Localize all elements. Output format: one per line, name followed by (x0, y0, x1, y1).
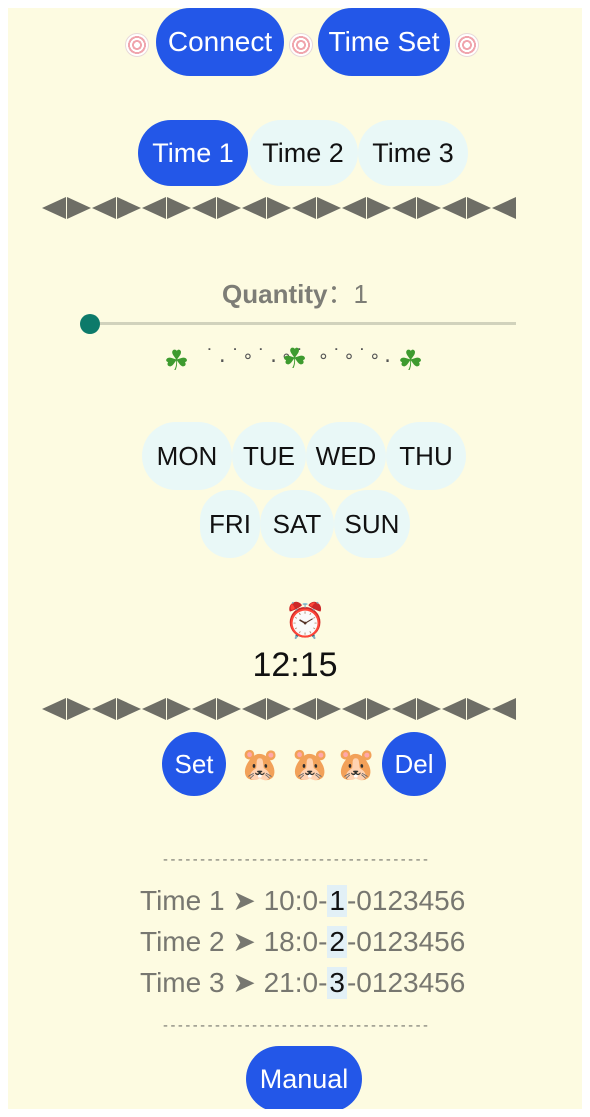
triangle-right-icon (367, 197, 391, 219)
quantity-label: Quantity (222, 279, 328, 309)
triangle-right-icon (367, 698, 391, 720)
quantity-slider-thumb[interactable] (80, 314, 100, 334)
clover-icon: ☘ (398, 344, 424, 377)
tab-time-2[interactable]: Time 2 (248, 120, 358, 186)
schedule-item-2: Time 2 ➤ 18:0- 2 -0123456 (140, 925, 465, 958)
tab-time-3[interactable]: Time 3 (358, 120, 468, 186)
quantity-slider-track[interactable] (90, 322, 516, 325)
triangle-right-icon (317, 698, 341, 720)
day-sat[interactable]: SAT (260, 490, 334, 558)
divider-top: ------------------------------------ (161, 852, 429, 868)
triangle-left-icon (292, 698, 316, 720)
triangle-left-icon (192, 197, 216, 219)
day-thu[interactable]: THU (386, 422, 466, 490)
arrow-icon: ➤ (232, 926, 256, 957)
triangle-right-icon (267, 197, 291, 219)
schedule-days: -0123456 (346, 884, 466, 916)
del-button[interactable]: Del (382, 732, 446, 796)
triangle-left-icon (242, 197, 266, 219)
schedule-item-1: Time 1 ➤ 10:0- 1 -0123456 (140, 884, 465, 917)
set-button[interactable]: Set (162, 732, 226, 796)
manual-button[interactable]: Manual (246, 1046, 362, 1109)
arrow-icon: ➤ (232, 885, 256, 916)
triangle-right-icon (67, 197, 91, 219)
triangle-left-icon (142, 698, 166, 720)
schedule-days: -0123456 (346, 925, 466, 957)
schedule-qty: 1 (327, 884, 347, 917)
divider-bottom: ------------------------------------ (161, 1018, 429, 1034)
triangle-right-icon (467, 197, 491, 219)
day-tue[interactable]: TUE (232, 422, 306, 490)
time-set-button[interactable]: Time Set (318, 8, 450, 76)
clover-icon: ☘ (164, 344, 190, 377)
triangle-right-icon (117, 197, 141, 219)
dots-decoration-right: ∘˙∘˙∘. (318, 346, 396, 367)
hamster-icon: 🐹 (240, 745, 280, 783)
triangle-left-icon (492, 698, 516, 720)
hamster-icon: 🐹 (336, 745, 376, 783)
triangle-left-icon (342, 197, 366, 219)
triangle-right-icon (417, 698, 441, 720)
triangle-left-icon (342, 698, 366, 720)
connect-button[interactable]: Connect (156, 8, 284, 76)
triangle-left-icon (42, 197, 66, 219)
swirl-candy-icon (286, 30, 316, 60)
schedule-time: 10:0- (263, 884, 328, 916)
schedule-time: 18:0- (263, 925, 328, 957)
schedule-name: Time 1 (140, 884, 225, 916)
triangle-left-icon (192, 698, 216, 720)
triangle-border-top (42, 197, 516, 219)
arrow-icon: ➤ (232, 967, 256, 998)
triangle-right-icon (467, 698, 491, 720)
schedule-days: -0123456 (346, 966, 466, 998)
triangle-right-icon (417, 197, 441, 219)
swirl-candy-icon (452, 30, 482, 60)
quantity-separator: ： (327, 279, 354, 309)
app-screen: Connect Time Set Time 1 Time 2 Time 3 Qu… (8, 8, 582, 1109)
selected-time[interactable]: 12:15 (8, 646, 582, 685)
schedule-name: Time 3 (140, 966, 225, 998)
schedule-qty: 2 (327, 925, 347, 958)
schedule-item-3: Time 3 ➤ 21:0- 3 -0123456 (140, 966, 465, 999)
schedule-time: 21:0- (263, 966, 328, 998)
swirl-candy-icon (122, 30, 152, 60)
triangle-left-icon (242, 698, 266, 720)
triangle-left-icon (292, 197, 316, 219)
quantity-readout: Quantity：1 (8, 274, 582, 311)
day-sun[interactable]: SUN (334, 490, 410, 558)
triangle-right-icon (67, 698, 91, 720)
triangle-right-icon (167, 698, 191, 720)
triangle-right-icon (317, 197, 341, 219)
day-mon[interactable]: MON (142, 422, 232, 490)
day-fri[interactable]: FRI (200, 490, 260, 558)
triangle-left-icon (92, 698, 116, 720)
hamster-icon: 🐹 (290, 745, 330, 783)
tab-time-1[interactable]: Time 1 (138, 120, 248, 186)
quantity-value: 1 (353, 279, 368, 309)
triangle-left-icon (492, 197, 516, 219)
schedule-name: Time 2 (140, 925, 225, 957)
triangle-right-icon (217, 698, 241, 720)
day-wed[interactable]: WED (306, 422, 386, 490)
triangle-left-icon (392, 698, 416, 720)
triangle-right-icon (167, 197, 191, 219)
clover-icon: ☘ (282, 342, 308, 375)
triangle-left-icon (142, 197, 166, 219)
triangle-left-icon (442, 197, 466, 219)
triangle-left-icon (392, 197, 416, 219)
triangle-left-icon (92, 197, 116, 219)
triangle-border-bottom (42, 698, 516, 720)
triangle-right-icon (117, 698, 141, 720)
alarm-clock-icon[interactable]: ⏰ (284, 604, 326, 638)
triangle-right-icon (217, 197, 241, 219)
triangle-right-icon (267, 698, 291, 720)
triangle-left-icon (442, 698, 466, 720)
triangle-left-icon (42, 698, 66, 720)
schedule-qty: 3 (327, 966, 347, 999)
